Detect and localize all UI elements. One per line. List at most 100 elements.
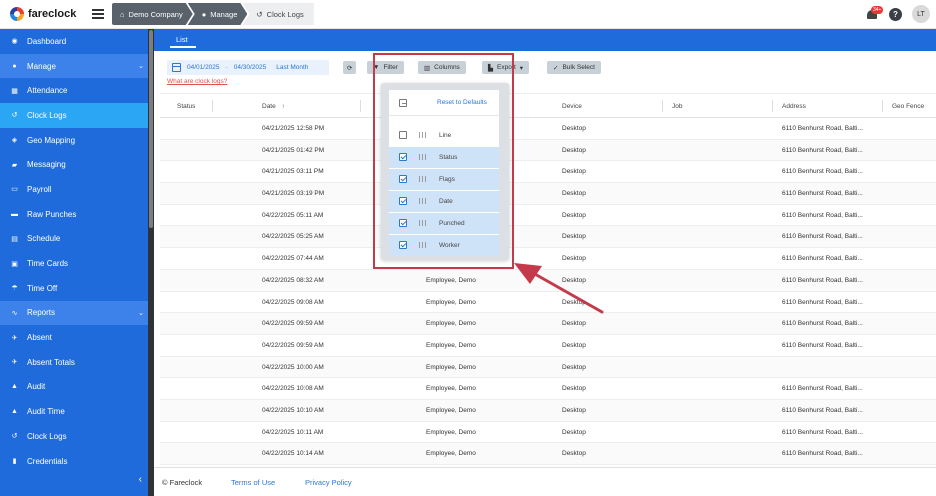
header-geo-fence[interactable]: Geo Fence [892,103,924,110]
sidebar-item-clock-logs[interactable]: ↺ Clock Logs [0,103,148,128]
cell-date: 04/22/2025 08:32 AM [262,276,324,284]
table-row[interactable]: 04/22/2025 10:10 AM Employee, Demo Desktop… [160,399,936,422]
cell-date: 04/22/2025 09:08 AM [262,298,324,306]
sidebar-item-label: Raw Punches [27,209,77,219]
sidebar-collapse-button[interactable]: ‹ [0,467,148,496]
header-status[interactable]: Status [177,103,195,110]
cell-date: 04/22/2025 05:11 AM [262,211,324,219]
column-divider[interactable] [662,100,663,112]
sidebar-item-geo-mapping[interactable]: ◈ Geo Mapping [0,128,148,153]
breadcrumb-company[interactable]: ⌂ Demo Company [112,3,193,25]
table-row[interactable]: 04/22/2025 09:59 AM Employee, Demo Desktop… [160,335,936,357]
breadcrumb-manage[interactable]: ● Manage [188,3,248,25]
cell-device: Desktop [562,363,586,371]
sidebar-item-audit[interactable]: ▲ Audit [0,375,148,400]
notification-badge: 34+ [871,6,884,14]
sidebar-item-reports[interactable]: ∿ Reports ⌄ [0,300,148,326]
cell-device: Desktop [562,320,586,328]
column-divider[interactable] [882,100,883,112]
cell-date: 04/22/2025 05:25 AM [262,233,324,241]
menu-toggle-icon[interactable] [92,9,104,19]
sidebar-item-time-cards[interactable]: ▣ Time Cards [0,251,148,276]
history-icon: ↺ [11,433,18,441]
table-row[interactable]: 04/22/2025 05:11 AM Desktop 6110 Benhurst … [160,205,936,227]
umbrella-icon: ☂ [11,285,18,293]
cell-address: 6110 Benhurst Road, Balti... [782,233,863,241]
cell-device: Desktop [562,406,586,414]
cell-address: 6110 Benhurst Road, Balti... [782,125,863,132]
refresh-button[interactable]: ⟳ [343,61,357,74]
sidebar-item-attendance[interactable]: ▦ Attendance [0,78,148,103]
table-row[interactable]: 04/22/2025 05:25 AM Desktop 6110 Benhurst … [160,226,936,249]
table-row[interactable]: 04/22/2025 10:08 AM Employee, Demo Desktop… [160,378,936,400]
header-job[interactable]: Job [672,103,682,110]
date-range-picker[interactable]: 04/01/2025 - 04/30/2025 Last Month [167,60,329,75]
sidebar-item-manage[interactable]: ● Manage ⌄ [0,53,148,79]
sidebar-item-label: Clock Logs [27,431,67,441]
user-avatar[interactable]: LT [912,5,930,23]
cell-date: 04/22/2025 10:10 AM [262,406,324,414]
table-row[interactable]: 04/21/2025 12:58 PM Desktop 6110 Benhurst … [160,118,936,140]
table-row[interactable]: 04/22/2025 10:14 AM Employee, Demo Desktop… [160,443,936,465]
table-row[interactable]: 04/21/2025 03:11 PM Desktop 6110 Benhurst … [160,161,936,184]
sidebar-item-label: Reports [27,308,56,318]
cell-address: 6110 Benhurst Road, Balti... [782,255,863,263]
sidebar-item-schedule[interactable]: ▤ Schedule [0,227,148,252]
cell-device: Desktop [562,168,586,176]
sidebar-scroll-thumb[interactable] [149,30,153,228]
tab-bar: List [154,29,936,51]
cell-worker: Employee, Demo [426,341,476,349]
card-icon: ▣ [11,260,18,268]
notifications-button[interactable]: 34+ [865,6,884,22]
sidebar-item-dashboard[interactable]: ◉ Dashboard [0,29,148,54]
column-divider[interactable] [772,100,773,112]
bulk-select-button[interactable]: ✓ Bulk Select [547,61,601,74]
brand-logo[interactable]: fareclock [10,7,76,21]
sidebar-item-clock-logs[interactable]: ↺ Clock Logs [0,424,148,449]
user-icon: ● [12,62,17,70]
calendar-icon: ▤ [11,235,18,243]
bank-icon: ▲ [11,408,18,416]
cell-worker: Employee, Demo [426,320,476,328]
sidebar-item-label: Audit Time [27,407,65,417]
table-row[interactable]: 04/22/2025 10:11 AM Employee, Demo Desktop… [160,422,936,444]
cell-address: 6110 Benhurst Road, Balti... [782,320,863,328]
footer: © Fareclock Terms of Use Privacy Policy [154,467,936,496]
table-row[interactable]: 04/22/2025 10:00 AM Employee, Demo Desktop [160,356,936,379]
header-date[interactable]: Date ↑ [262,103,285,110]
chevron-down-icon: ⌄ [138,309,144,317]
cell-date: 04/22/2025 09:59 AM [262,341,324,349]
table-row[interactable]: 04/21/2025 01:42 PM Desktop 6110 Benhurst … [160,139,936,162]
header-device[interactable]: Device [562,103,582,110]
map-icon: ◈ [11,137,18,145]
sidebar-item-label: Dashboard [27,36,67,46]
cell-address: 6110 Benhurst Road, Balti... [782,168,863,176]
sidebar-item-label: Absent Totals [27,357,75,367]
what-are-clock-logs-link[interactable]: What are clock logs? [167,78,227,85]
sidebar-item-absent[interactable]: ✈ Absent [0,325,148,350]
sidebar-item-audit-time[interactable]: ▲ Audit Time [0,399,148,424]
cell-address: 6110 Benhurst Road, Balti... [782,298,863,306]
cell-device: Desktop [562,233,586,241]
cell-worker: Employee, Demo [426,450,476,458]
column-divider[interactable] [212,100,213,112]
terms-of-use-link[interactable]: Terms of Use [231,478,275,487]
fareclock-logo-icon [10,7,24,21]
table-row[interactable]: 04/21/2025 03:19 PM Desktop 6110 Benhurst … [160,183,936,205]
sidebar-item-messaging[interactable]: ▰ Messaging [0,152,148,177]
sidebar-item-raw-punches[interactable]: ▬ Raw Punches [0,202,148,227]
sidebar-item-label: Attendance [27,86,68,96]
sidebar-item-time-off[interactable]: ☂ Time Off [0,276,148,301]
annotation-highlight-box [373,53,514,269]
column-divider[interactable] [360,100,361,112]
privacy-policy-link[interactable]: Privacy Policy [305,478,352,487]
header-address[interactable]: Address [782,103,806,110]
sidebar-item-absent-totals[interactable]: ✈ Absent Totals [0,350,148,375]
tab-list[interactable]: List [176,35,188,44]
chevron-left-icon: ‹ [138,474,142,485]
sidebar-item-payroll[interactable]: ▭ Payroll [0,177,148,202]
check-icon: ✓ [553,64,559,72]
help-button[interactable]: ? [889,7,902,21]
breadcrumb: ⌂ Demo Company ● Manage ↺ Clock Logs [112,3,314,25]
cell-device: Desktop [562,190,586,198]
